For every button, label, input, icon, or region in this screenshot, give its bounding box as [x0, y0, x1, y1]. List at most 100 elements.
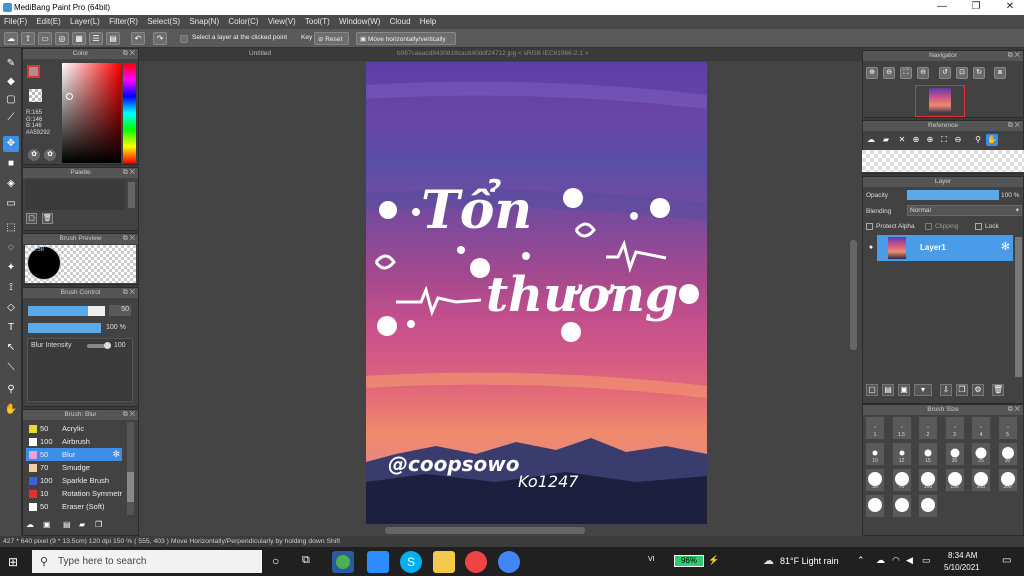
copy-brush-icon[interactable]: ▤ — [63, 520, 74, 531]
merge-icon[interactable]: ⇩ — [940, 384, 952, 396]
artwork-image[interactable]: Tổn thương @coopsowo Ko1247 — [366, 62, 707, 524]
brush-item-acrylic[interactable]: 50 Acrylic — [26, 422, 122, 435]
delete-layer-icon[interactable]: 🗑 — [992, 384, 1004, 396]
reset-button[interactable]: ⊘ Reset — [314, 32, 349, 45]
brush-size-cell[interactable]: 200 — [971, 468, 991, 492]
select-eraser-icon[interactable]: ◇ — [3, 300, 19, 316]
brush-size-cell[interactable]: 1.5 — [891, 416, 912, 440]
ref-folder-icon[interactable]: ▰ — [880, 134, 892, 146]
clock-date[interactable]: 5/10/2021 — [944, 563, 980, 572]
color-picker-cursor[interactable] — [66, 93, 73, 100]
visibility-eye-icon[interactable]: ● — [865, 235, 877, 261]
new-palette-icon[interactable]: ▢ — [26, 213, 37, 224]
menu-snap[interactable]: Snap(N) — [185, 15, 222, 26]
menu-filter[interactable]: Filter(R) — [105, 15, 141, 26]
brush-item-smudge[interactable]: 70 Smudge — [26, 461, 122, 474]
brush-item-rotation-symmetry[interactable]: 10 Rotation Symmetry — [26, 487, 122, 500]
search-box[interactable]: ⚲ Type here to search — [32, 550, 262, 573]
add-layer-menu-icon[interactable]: ▾ — [914, 384, 932, 396]
menu-cloud[interactable]: Cloud — [386, 15, 414, 26]
panel-close-icon[interactable]: ⧉ ✕ — [1008, 51, 1020, 61]
fit-icon[interactable]: ⛶ — [900, 67, 912, 79]
magic-wand-icon[interactable]: ✦ — [3, 260, 19, 276]
ref-fit-icon[interactable]: ⛶ — [938, 134, 950, 146]
clipping-checkbox[interactable] — [925, 223, 932, 230]
canvas-horizontal-scrollbar[interactable] — [385, 527, 585, 534]
zoom-out-icon[interactable]: ⊖ — [883, 67, 895, 79]
bucket-icon[interactable]: ◈ — [3, 176, 19, 192]
task-view-icon[interactable]: ⧉ — [302, 554, 310, 567]
eyedropper-icon[interactable]: ⚲ — [3, 382, 19, 398]
cloud-brush-icon[interactable]: ☁ — [26, 520, 37, 531]
ref-hand-icon[interactable]: ✋ — [986, 134, 998, 146]
opacity-slider[interactable] — [28, 323, 101, 333]
ref-close-icon[interactable]: ✕ — [896, 134, 908, 146]
tab-file[interactable]: b067caeacd8430818cac840ddf24712.jpg < sR… — [397, 50, 589, 57]
rotate-left-icon[interactable]: ↺ — [939, 67, 951, 79]
brush-size-cell[interactable]: 70 — [891, 468, 912, 492]
brush-size-cell[interactable]: 12 — [891, 442, 912, 466]
brush-size-cell[interactable]: 15 — [918, 442, 938, 466]
brush-size-cell[interactable]: 300 — [997, 468, 1018, 492]
brush-size-cell[interactable]: 30 — [997, 442, 1018, 466]
panel-close-icon[interactable]: ⧉ ✕ — [123, 168, 135, 178]
volume-icon[interactable]: ◀ — [906, 555, 913, 566]
color-wheel-icon[interactable]: ✿ — [28, 149, 40, 161]
menu-edit[interactable]: Edit(E) — [32, 15, 63, 26]
brush-size-cell[interactable]: 3 — [944, 416, 965, 440]
select-rect-icon[interactable]: ⬚ — [3, 220, 19, 236]
brush-size-cell[interactable] — [891, 494, 912, 518]
list-icon[interactable]: ☰ — [89, 32, 103, 45]
chat-icon[interactable]: ◎ — [55, 32, 69, 45]
brush-item-blur[interactable]: 50 Blur ✻ — [26, 448, 122, 461]
ref-zoom-out-icon[interactable]: ⊖ — [952, 134, 964, 146]
undo-icon[interactable]: ↶ — [131, 32, 145, 45]
brush-size-cell[interactable] — [865, 494, 885, 518]
brush-size-cell[interactable]: 50 — [865, 468, 885, 492]
chrome-taskbar-icon[interactable] — [498, 551, 520, 573]
size-slider[interactable] — [28, 306, 105, 316]
new-layer-icon[interactable]: ▢ — [866, 384, 878, 396]
brush-item-airbrush[interactable]: 100 Airbrush — [26, 435, 122, 448]
menu-file[interactable]: File(F) — [0, 15, 30, 26]
brush-icon[interactable]: ⟋ — [3, 110, 19, 126]
ref-zoom-in-icon[interactable]: ⊕ — [910, 134, 922, 146]
file-explorer-icon[interactable] — [433, 551, 455, 573]
ref-eyedropper-icon[interactable]: ⚲ — [972, 134, 984, 146]
menu-window[interactable]: Window(W) — [335, 15, 383, 26]
layer-scrollbar[interactable] — [1015, 237, 1022, 377]
pen-icon[interactable]: ✎ — [3, 56, 19, 72]
gradient-icon[interactable]: ▭ — [3, 196, 19, 212]
rect-icon[interactable]: ▢ — [3, 92, 19, 108]
medibang-taskbar-icon[interactable] — [332, 551, 354, 573]
blur-intensity-slider[interactable] — [87, 342, 111, 349]
panel-close-icon[interactable]: ⧉ ✕ — [123, 49, 135, 59]
layer-settings-gear-icon[interactable]: ✻ — [1001, 240, 1010, 253]
panel-close-icon[interactable]: ⧉ ✕ — [123, 288, 135, 298]
eraser-icon[interactable]: ◆ — [3, 74, 19, 90]
maximize-button[interactable]: ❐ — [966, 1, 986, 12]
reset-view-icon[interactable]: ⊡ — [956, 67, 968, 79]
brush-size-cell[interactable]: 100 — [918, 468, 938, 492]
menu-help[interactable]: Help — [416, 15, 439, 26]
rotate-right-icon[interactable]: ↻ — [973, 67, 985, 79]
operation-icon[interactable]: ↖ — [3, 340, 19, 356]
ref-cloud-icon[interactable]: ☁ — [865, 134, 877, 146]
redo-icon[interactable]: ↷ — [153, 32, 167, 45]
brush-size-cell[interactable]: 20 — [944, 442, 965, 466]
zoom-taskbar-icon[interactable] — [367, 551, 389, 573]
chevron-up-icon[interactable]: ⌃ — [857, 555, 865, 566]
add-brush-icon[interactable]: ▣ — [43, 520, 57, 531]
protect-alpha-checkbox[interactable] — [866, 223, 873, 230]
layer-props-icon[interactable]: ⚙ — [972, 384, 984, 396]
brush-item-sparkle[interactable]: 100 Sparkle Brush — [26, 474, 122, 487]
layer-opacity-slider[interactable] — [907, 190, 999, 200]
color-history-icon[interactable]: ✿ — [44, 149, 56, 161]
fill-rect-icon[interactable]: ■ — [3, 156, 19, 172]
saturation-brightness-picker[interactable] — [62, 63, 121, 163]
menu-view[interactable]: View(V) — [264, 15, 299, 26]
move-hv-button[interactable]: ▣ Move horizontally/vertically — [356, 32, 456, 45]
menu-select[interactable]: Select(S) — [143, 15, 183, 26]
main-color-swatch[interactable] — [27, 65, 40, 78]
brush-size-cell[interactable]: 4 — [971, 416, 991, 440]
